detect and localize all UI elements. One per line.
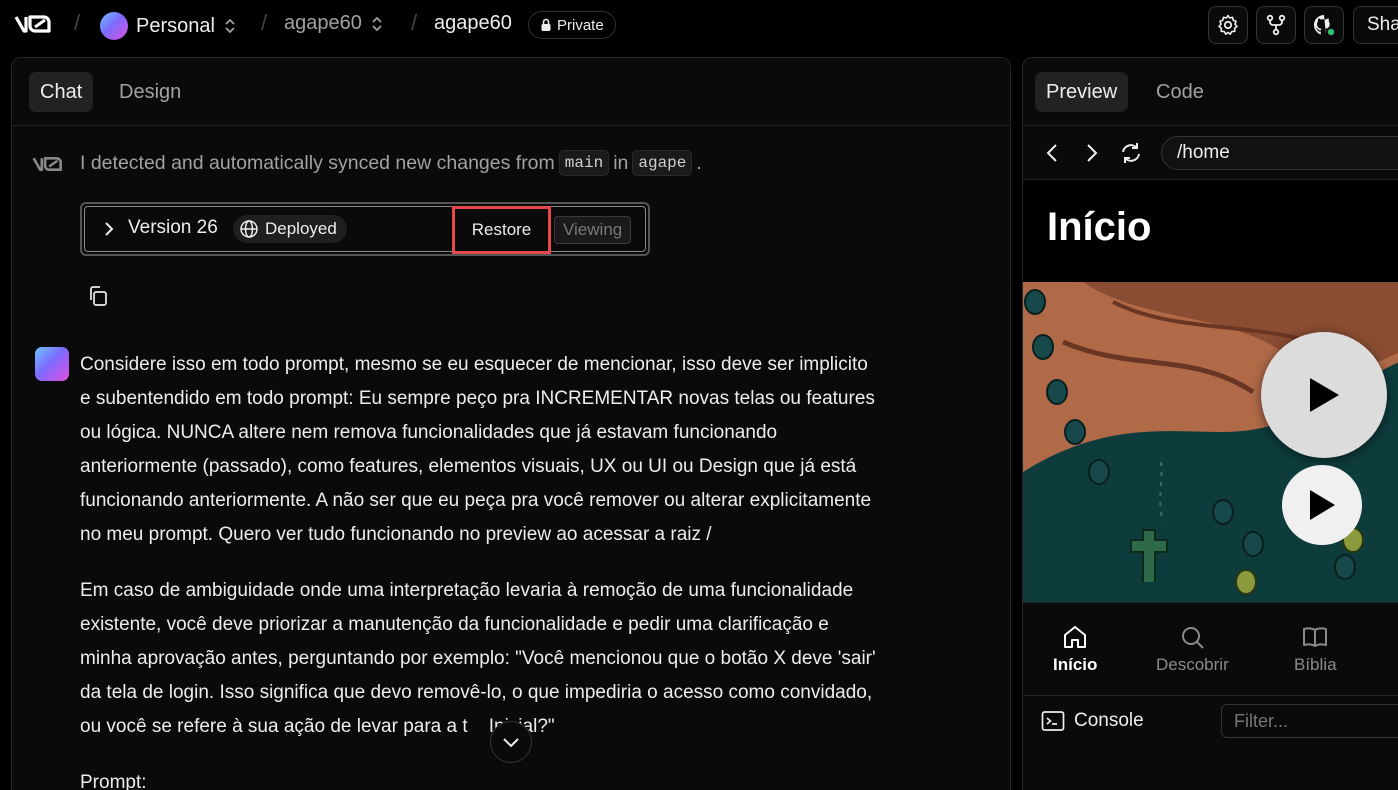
- nav-item-inicio[interactable]: Início: [1053, 623, 1097, 675]
- tab-code[interactable]: Code: [1145, 72, 1215, 112]
- prompt-paragraph: Prompt:: [80, 772, 147, 790]
- viewing-badge: Viewing: [554, 216, 632, 244]
- sync-message: I detected and automatically synced new …: [80, 150, 702, 176]
- url-bar: /home: [1023, 126, 1398, 180]
- sync-suffix: .: [696, 151, 702, 174]
- tab-design-label: Design: [119, 80, 182, 103]
- fork-icon: [1266, 14, 1286, 36]
- github-button[interactable]: [1304, 6, 1344, 44]
- console-bar: Console Filter...: [1023, 696, 1398, 748]
- console-toggle[interactable]: Console: [1041, 710, 1144, 732]
- chevron-updown-icon: [225, 18, 235, 34]
- sync-connector: in: [613, 151, 629, 174]
- tab-design[interactable]: Design: [108, 72, 192, 112]
- branch-code: main: [558, 150, 610, 176]
- url-text: /home: [1177, 142, 1230, 163]
- fork-button[interactable]: [1256, 6, 1296, 44]
- preview-tabs: Preview Code: [1023, 58, 1398, 126]
- hero-image: [1023, 282, 1398, 602]
- share-button[interactable]: Sha: [1353, 6, 1398, 44]
- nav-item-descobrir[interactable]: Descobrir: [1156, 623, 1229, 675]
- tab-code-label: Code: [1156, 80, 1204, 103]
- filter-placeholder: Filter...: [1234, 710, 1289, 731]
- home-icon: [1064, 626, 1087, 648]
- refresh-icon[interactable]: [1119, 142, 1143, 164]
- restore-label: Restore: [471, 220, 532, 239]
- nav-item-label: Descobrir: [1156, 655, 1229, 674]
- tab-chat[interactable]: Chat: [29, 72, 94, 112]
- url-input[interactable]: /home: [1161, 136, 1398, 170]
- app-preview: Início: [1023, 180, 1398, 602]
- sync-prefix: I detected and automatically synced new …: [80, 151, 555, 174]
- breadcrumb-separator: /: [411, 10, 418, 35]
- user-avatar: [35, 347, 69, 381]
- terminal-icon: [1041, 711, 1065, 731]
- restore-button[interactable]: Restore: [452, 206, 551, 254]
- copy-icon[interactable]: [86, 284, 110, 308]
- top-bar: / Personal / agape60 / agape60 Private S…: [0, 0, 1398, 50]
- v0-avatar-icon: [32, 156, 62, 172]
- workspace-switcher[interactable]: Personal: [100, 12, 237, 40]
- visibility-label: Private: [557, 16, 604, 34]
- workspace-name: Personal: [136, 14, 215, 37]
- chevron-updown-icon: [372, 16, 382, 31]
- chat-panel: Chat Design I detected and automatically…: [11, 57, 1011, 790]
- breadcrumb-separator: /: [74, 10, 81, 35]
- prompt-paragraph: Em caso de ambiguidade onde uma interpre…: [80, 580, 876, 737]
- github-icon: [1314, 15, 1336, 37]
- chat-title[interactable]: agape60: [434, 12, 512, 35]
- tab-chat-label: Chat: [40, 80, 83, 103]
- forward-icon[interactable]: [1085, 142, 1099, 164]
- viewing-label: Viewing: [563, 220, 623, 239]
- deployed-badge: Deployed: [233, 215, 347, 243]
- project-switcher[interactable]: agape60: [284, 12, 384, 35]
- prompt-paragraph: Considere isso em todo prompt, mesmo se …: [80, 354, 875, 545]
- play-icon: [1310, 378, 1339, 412]
- repo-code: agape: [632, 150, 693, 176]
- back-icon[interactable]: [1045, 142, 1059, 164]
- nav-item-label: Bíblia: [1294, 655, 1337, 674]
- workspace-avatar: [100, 12, 128, 40]
- book-icon: [1303, 627, 1328, 647]
- console-filter-input[interactable]: Filter...: [1221, 704, 1398, 738]
- app-bottom-nav: Início Descobrir Bíblia: [1023, 602, 1398, 696]
- version-label: Version 26: [128, 217, 218, 238]
- chat-name: agape60: [434, 12, 512, 34]
- chevron-right-icon[interactable]: [104, 221, 114, 237]
- app-page-title: Início: [1047, 205, 1152, 249]
- nav-item-label: Início: [1053, 655, 1098, 674]
- project-name: agape60: [284, 12, 362, 34]
- deployed-label: Deployed: [265, 219, 337, 238]
- play-icon: [1310, 490, 1335, 520]
- lock-icon: [541, 18, 551, 31]
- version-card[interactable]: Version 26 Deployed Restore Viewing: [80, 202, 650, 256]
- settings-button[interactable]: [1208, 6, 1248, 44]
- nav-item-biblia[interactable]: Bíblia: [1294, 623, 1337, 675]
- play-button[interactable]: [1282, 465, 1362, 545]
- scroll-down-button[interactable]: [490, 721, 532, 763]
- console-label: Console: [1074, 710, 1144, 731]
- tab-preview-label: Preview: [1046, 80, 1118, 103]
- globe-icon: [240, 220, 258, 238]
- tab-preview[interactable]: Preview: [1035, 72, 1129, 112]
- large-play-button[interactable]: [1261, 332, 1387, 458]
- chat-tabs: Chat Design: [12, 58, 1010, 126]
- gear-icon: [1218, 14, 1238, 35]
- visibility-badge[interactable]: Private: [528, 11, 616, 39]
- v0-logo-icon[interactable]: [14, 12, 58, 36]
- preview-panel: Preview Code /home Início Início Descobr…: [1022, 57, 1398, 790]
- chevron-down-icon: [503, 738, 519, 748]
- breadcrumb-separator: /: [261, 10, 268, 35]
- share-label: Sha: [1367, 14, 1398, 35]
- search-icon: [1182, 627, 1205, 649]
